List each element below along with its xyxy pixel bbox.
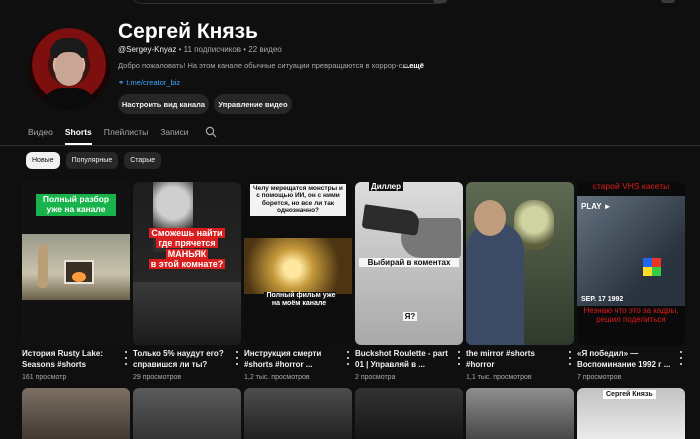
short-card[interactable]: Сможешь найти где прячется МАНЬЯК в этой… [133,182,241,381]
avatar-face [55,52,83,86]
short-views: 1,2 тыс. просмотров [244,374,310,381]
search-icon[interactable] [205,126,217,138]
short-thumbnail[interactable]: Челу мерещатся монстры и с помощью ИИ, о… [244,182,352,345]
short-thumbnail[interactable]: Сергей Князь [577,388,685,439]
avatar-shirt [42,88,96,110]
chip-oldest[interactable]: Старые [124,152,162,169]
short-title[interactable]: Инструкция смерти #shorts #horror ... [244,349,340,371]
more-options-icon[interactable] [344,351,352,365]
channel-name: Сергей Князь [118,20,258,43]
sort-chips: Новые Популярные Старые [26,152,167,169]
short-thumbnail[interactable]: Диллер Выбирай в коментах Я? [355,182,463,345]
channel-handle: @Sergey-Knyaz [118,45,177,54]
short-views: 2 просмотра [355,374,396,381]
more-options-icon[interactable] [566,351,574,365]
account-button[interactable] [661,0,675,3]
more-options-icon[interactable] [455,351,463,365]
vhs-scene [577,196,685,306]
short-thumbnail[interactable] [466,182,574,345]
short-title[interactable]: Buckshot Roulette - part 01 | Управляй в… [355,349,451,371]
short-card[interactable]: Полный разбор уже на канале История Rust… [22,182,130,381]
gun-image [361,204,421,236]
room-image [133,282,241,345]
more-options-icon[interactable] [233,351,241,365]
short-card[interactable]: Челу мерещатся монстры и с помощью ИИ, о… [244,182,352,381]
thumbnail-caption-bottom: Незнаю что это за кадры, решил поделитьс… [583,306,679,325]
more-options-icon[interactable] [122,351,130,365]
short-thumbnail[interactable] [244,388,352,439]
thumbnail-caption-top: старой VHS касеты [592,182,670,191]
thumbnail-caption-top: Диллер [369,182,403,192]
thumbnail-caption-mid: Выбирай в коментах [359,258,459,268]
vhs-date-label: SEP. 17 1992 [581,296,624,303]
tabs-divider [0,145,700,146]
short-thumbnail[interactable]: старой VHS касеты PLAY ► SEP. 17 1992 Не… [577,182,685,345]
description-text: Добро пожаловать! На этом канале обычные… [118,61,415,70]
fire-image [72,272,86,282]
link-text: t.me/creator_biz [126,78,181,87]
thumbnail-caption-bottom: Я? [403,312,417,322]
channel-avatar[interactable] [28,28,110,110]
short-thumbnail[interactable] [22,388,130,439]
short-thumbnail[interactable] [466,388,574,439]
short-thumbnail[interactable] [133,388,241,439]
chip-newest[interactable]: Новые [26,152,60,169]
short-title[interactable]: История Rusty Lake: Seasons #shorts [22,349,118,371]
short-card[interactable]: Диллер Выбирай в коментах Я? Buckshot Ro… [355,182,463,381]
man-image [466,222,524,345]
short-title[interactable]: Только 5% наудут его? справишся ли ты? [133,349,229,371]
tab-playlists[interactable]: Плейлисты [104,125,149,145]
thumbnail-name-tag: Сергей Князь [603,390,656,399]
thumbnail-caption: Полный разбор уже на канале [36,194,116,216]
thumbnail-caption: Сможешь найти где прячется МАНЬЯК в этой… [148,228,226,270]
short-title[interactable]: the mirror #shorts #horror [466,349,562,371]
short-card[interactable]: the mirror #shorts #horror 1,1 тыс. прос… [466,182,574,381]
woman-figure [38,244,48,288]
more-link[interactable]: ...ещё [403,61,424,70]
rubiks-cube-image [643,258,661,276]
short-thumbnail[interactable]: Полный разбор уже на канале [22,182,130,345]
tab-posts[interactable]: Записи [160,125,188,145]
customize-channel-button[interactable]: Настроить вид канала [118,94,209,114]
short-views: 29 просмотров [133,374,182,381]
glow-image [244,238,352,294]
channel-meta: @Sergey-Knyaz • 11 подписчиков • 22 виде… [118,45,282,54]
more-options-icon[interactable] [677,351,685,365]
channel-stats: • 11 подписчиков • 22 видео [176,45,282,54]
thumbnail-caption-top: Челу мерещатся монстры и с помощью ИИ, о… [250,184,346,216]
short-views: 7 просмотров [577,374,622,381]
tab-shorts[interactable]: Shorts [64,125,92,145]
masthead-strip [0,0,700,6]
channel-link[interactable]: ⚭ t.me/creator_biz [118,78,180,87]
vhs-play-label: PLAY ► [581,202,612,211]
short-views: 161 просмотр [22,374,67,381]
channel-description[interactable]: Добро пожаловать! На этом канале обычные… [118,61,430,70]
short-title[interactable]: «Я победил» — Воспоминание 1992 г ... [577,349,673,371]
man-head-image [474,200,506,236]
thumbnail-caption-bottom: Полный фильм уже на моём канале [264,292,336,308]
manage-videos-button[interactable]: Управление видео [214,94,292,114]
search-box[interactable] [130,0,450,4]
short-thumbnail[interactable]: Сможешь найти где прячется МАНЬЯК в этой… [133,182,241,345]
chip-popular[interactable]: Популярные [65,152,119,169]
short-card[interactable]: старой VHS касеты PLAY ► SEP. 17 1992 Не… [577,182,685,381]
mic-button[interactable] [433,0,447,3]
short-views: 1,1 тыс. просмотров [466,374,532,381]
short-thumbnail[interactable] [355,388,463,439]
tab-videos[interactable]: Видео [28,125,53,145]
channel-tabs: Видео Shorts Плейлисты Записи [28,125,217,145]
